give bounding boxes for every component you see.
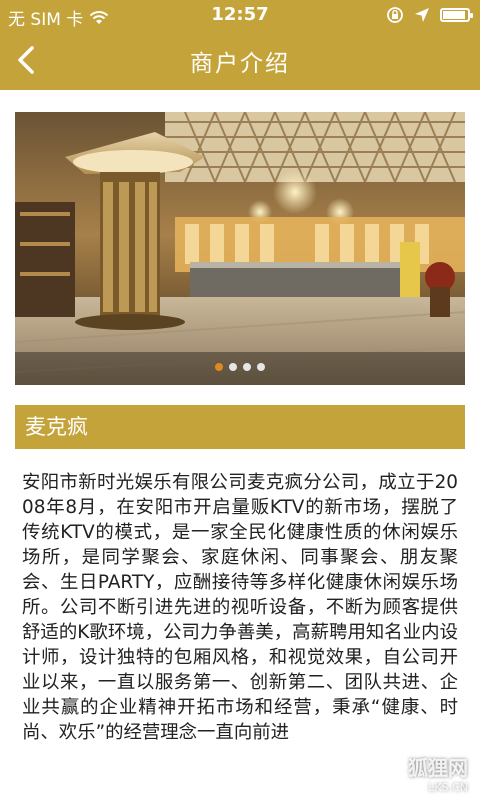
page-title: 商户介绍 [190, 51, 290, 77]
top-bar: 无 SIM 卡 12:57 商户介绍 [0, 0, 480, 90]
merchant-description: 安阳市新时光娱乐有限公司麦克疯分公司，成立于2008年8月，在安阳市开启量贩KT… [22, 472, 458, 743]
watermark-text: 狐狸网 [408, 756, 468, 780]
nav-bar: 商户介绍 [0, 30, 480, 90]
rotation-lock-icon [387, 7, 403, 23]
merchant-name-header: 麦克疯 [15, 405, 465, 449]
carousel-pager [15, 363, 465, 371]
status-bar: 无 SIM 卡 12:57 [0, 0, 480, 30]
watermark-logo: 狐狸网 LKS.CN [408, 752, 468, 794]
battery-icon [440, 8, 473, 22]
image-carousel[interactable] [15, 112, 465, 385]
pager-dot[interactable] [229, 363, 237, 371]
status-right [386, 6, 473, 24]
pager-dot[interactable] [215, 363, 223, 371]
location-arrow-icon [415, 8, 429, 22]
banner-photo [15, 112, 465, 385]
watermark-url: LKS.CN [428, 781, 468, 794]
pager-dot[interactable] [243, 363, 251, 371]
pager-dot[interactable] [257, 363, 265, 371]
